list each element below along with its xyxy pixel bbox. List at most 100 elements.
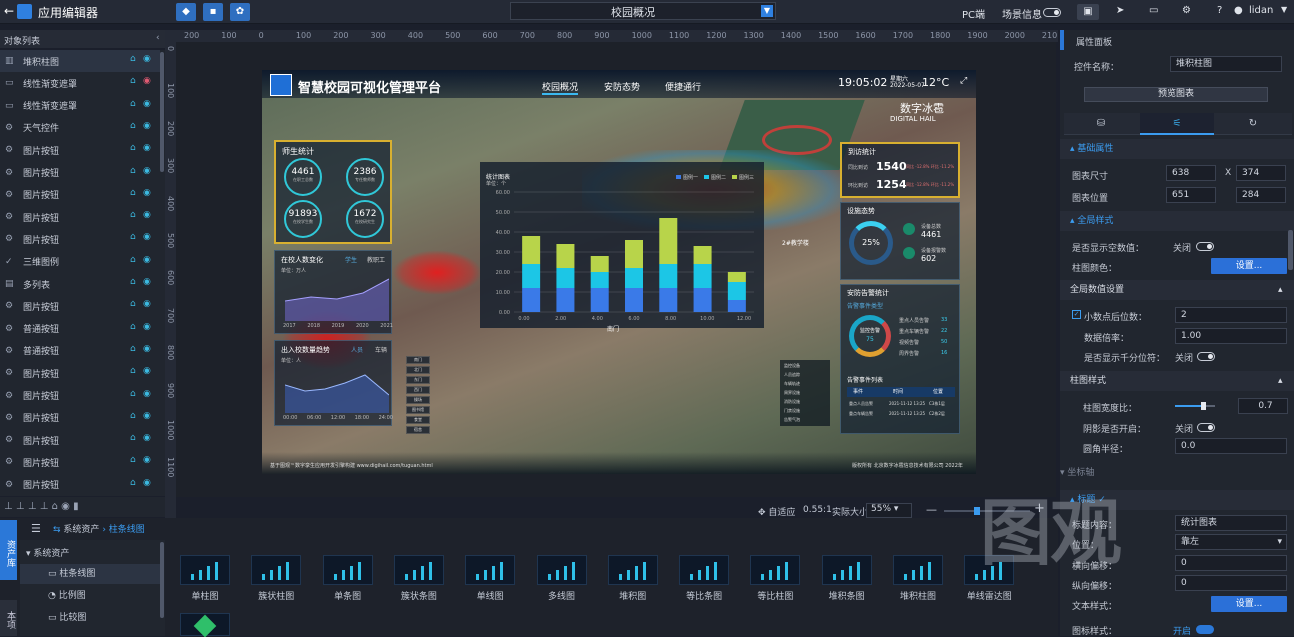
page-select[interactable]: 校园概况 ▼ (510, 2, 776, 20)
gear-icon[interactable]: ⚙ (1182, 5, 1191, 16)
lock-icon[interactable]: ⌂ (130, 411, 136, 421)
legend-3d-item[interactable]: 消防设施 (784, 399, 800, 405)
send-icon[interactable]: ➤ (1116, 5, 1124, 16)
layer-item[interactable]: ⚙ 图片按钮 ⌂ ◉ (0, 228, 160, 250)
legend-3d-item[interactable]: 人员追踪 (784, 372, 800, 378)
eye-icon[interactable]: ◉ (143, 210, 151, 220)
section-global[interactable]: ▴ 全局样式 (1060, 211, 1294, 231)
breadcrumb-current[interactable]: 柱条线图 (109, 525, 145, 535)
layer-item[interactable]: ⚙ 图片按钮 ⌂ ◉ (0, 429, 160, 451)
lock-icon[interactable]: ⌂ (130, 344, 136, 354)
tab-people[interactable]: 人员 (351, 345, 363, 354)
section-bar-style[interactable]: 柱图样式 ▴ (1060, 371, 1294, 391)
legend-3d-item[interactable]: 车辆轨迹 (784, 381, 800, 387)
layer-item[interactable]: ✓ 三维图例 ⌂ ◉ (0, 251, 160, 273)
layer-item[interactable]: ⚙ 图片按钮 ⌂ ◉ (0, 385, 160, 407)
bar-width-slider[interactable] (1175, 402, 1215, 410)
eye-icon[interactable]: ◉ (143, 478, 151, 488)
lock-icon[interactable]: ⌂ (130, 433, 136, 443)
map-button[interactable]: 北门 (406, 366, 430, 374)
layer-item[interactable]: ⚙ 图片按钮 ⌂ ◉ (0, 184, 160, 206)
ratio-input[interactable]: 1.00 (1175, 328, 1287, 344)
lock-icon[interactable]: ⌂ (130, 232, 136, 242)
tab-access[interactable]: 便捷通行 (665, 80, 701, 93)
save-button[interactable]: ▣ (1077, 4, 1099, 20)
layer-item[interactable]: ▭ 线性渐变遮罩 ⌂ ◉ (0, 95, 160, 117)
lock-icon[interactable]: ⌂ (130, 299, 136, 309)
eye-icon[interactable]: ◉ (143, 299, 151, 309)
layer-item[interactable]: ⚙ 普通按钮 ⌂ ◉ (0, 318, 160, 340)
asset-thumb[interactable] (821, 555, 872, 585)
tree-scrollbar[interactable] (160, 542, 164, 618)
lock-icon[interactable]: ⌂ (130, 389, 136, 399)
lock-icon[interactable]: ⌂ (52, 501, 58, 512)
tree-item-compare[interactable]: ▭ 比较图 (48, 610, 86, 623)
lock-icon[interactable]: ⌂ (130, 277, 136, 287)
lock-icon[interactable]: ⌂ (130, 121, 136, 131)
tab-students[interactable]: 学生 (345, 255, 357, 264)
fullscreen-icon[interactable]: ⤢ (960, 76, 967, 86)
tab-staff[interactable]: 教职工 (367, 255, 385, 264)
pos-y-input[interactable]: 284 (1236, 187, 1286, 203)
layer-item[interactable]: ⚙ 图片按钮 ⌂ ◉ (0, 451, 160, 473)
width-input[interactable]: 638 (1166, 165, 1216, 181)
eye-icon[interactable]: ◉ (143, 433, 151, 443)
tree-item-ratio[interactable]: ◔ 比例图 (48, 588, 86, 601)
lock-icon[interactable]: ⌂ (130, 54, 136, 64)
save-icon[interactable]: ▪ (203, 3, 223, 21)
tab-interaction[interactable]: ↻ (1216, 113, 1290, 135)
zoom-out-icon[interactable]: — (926, 503, 937, 516)
monitor-icon[interactable]: ▭ (1149, 5, 1158, 16)
chevron-down-icon[interactable]: ▼ (1281, 5, 1287, 14)
bar-width-knob[interactable] (1201, 402, 1206, 410)
eye-icon[interactable]: ◉ (143, 121, 151, 131)
preview-chart-button[interactable]: 预览图表 (1084, 87, 1268, 102)
asset-thumb[interactable] (393, 555, 444, 585)
map-button[interactable]: 操场 (406, 396, 430, 404)
lock-icon[interactable]: ⌂ (130, 210, 136, 220)
lock-icon[interactable]: ⌂ (130, 76, 136, 86)
layer-scrollbar[interactable] (160, 52, 164, 172)
eye-icon[interactable]: ◉ (143, 188, 151, 198)
lock-icon[interactable]: ⌂ (130, 478, 136, 488)
hide-icon[interactable]: ◉ (61, 501, 70, 512)
asset-thumb[interactable] (679, 555, 730, 585)
tab-campus[interactable]: 校园概况 (542, 80, 579, 95)
pos-x-input[interactable]: 651 (1166, 187, 1216, 203)
v-offset-input[interactable]: 0 (1175, 575, 1287, 591)
asset-library-tab[interactable]: 资产库 (0, 520, 17, 580)
name-input[interactable]: 堆积柱图 (1170, 56, 1282, 72)
tab-vehicles[interactable]: 车辆 (375, 345, 387, 354)
align-top-icon[interactable]: ⊥ (4, 501, 13, 512)
lock-icon[interactable]: ⌂ (130, 143, 136, 153)
align-down-icon[interactable]: ⊥ (28, 501, 37, 512)
delete-icon[interactable]: ▮ (73, 501, 79, 512)
zoom-select[interactable]: 55% ▾ (866, 503, 912, 518)
tree-root[interactable]: ▾ 系统资产 (26, 546, 69, 559)
layer-item[interactable]: ▭ 线性渐变遮罩 ⌂ ◉ (0, 72, 160, 94)
lock-icon[interactable]: ⌂ (130, 366, 136, 376)
layer-item[interactable]: ⚙ 图片按钮 ⌂ ◉ (0, 407, 160, 429)
legend-style-toggle[interactable] (1196, 625, 1214, 634)
title-content-input[interactable]: 统计图表 (1175, 515, 1287, 531)
properties-scrollbar[interactable] (1288, 230, 1293, 270)
asset-thumb[interactable] (251, 555, 302, 585)
eye-icon[interactable]: ◉ (143, 344, 151, 354)
asset-thumb[interactable] (322, 555, 373, 585)
menu-icon[interactable]: ☰ (31, 522, 41, 535)
breadcrumb-root[interactable]: 系统资产 (63, 525, 99, 535)
eye-icon[interactable]: ◉ (143, 322, 151, 332)
decimals-checkbox[interactable]: ✓ (1072, 310, 1081, 319)
h-offset-input[interactable]: 0 (1175, 555, 1287, 571)
eye-icon[interactable]: ◉ (143, 255, 151, 265)
asset-thumb[interactable] (180, 555, 230, 585)
scene-info-toggle[interactable] (1043, 8, 1061, 17)
align-bottom-icon[interactable]: ⊥ (40, 501, 49, 512)
layer-item[interactable]: ▥ 堆积柱图 ⌂ ◉ (0, 50, 160, 72)
bar-color-settings-button[interactable]: 设置... (1211, 258, 1287, 274)
eye-off-icon[interactable]: ◉ (143, 76, 151, 86)
tab-data[interactable]: ⛁ (1064, 113, 1138, 135)
map-button[interactable]: 宿舍 (406, 426, 430, 434)
layer-item[interactable]: ⚙ 图片按钮 ⌂ ◉ (0, 206, 160, 228)
legend-3d-item[interactable]: 周界设施 (784, 390, 800, 396)
